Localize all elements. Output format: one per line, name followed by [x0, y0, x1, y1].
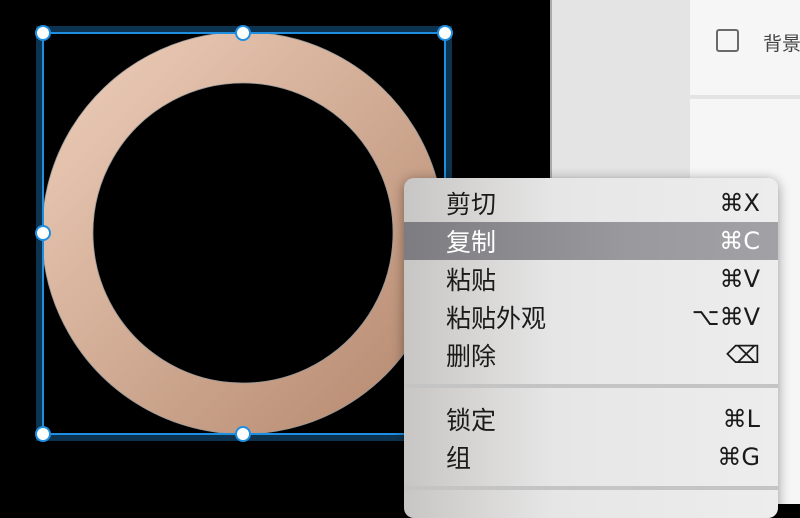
resize-handle-left[interactable]: [35, 225, 51, 241]
menu-separator: [404, 486, 778, 490]
menu-item-cut[interactable]: 剪切 ⌘X: [404, 184, 778, 222]
delete-key-icon: ⌫: [726, 341, 760, 369]
resize-handle-bottom[interactable]: [235, 426, 251, 442]
background-checkbox[interactable]: [716, 29, 739, 52]
menu-item-label: 组: [446, 444, 472, 473]
menu-item-label: 锁定: [446, 406, 497, 435]
menu-item-shortcut: ⌥⌘V: [691, 303, 760, 331]
resize-handle-top[interactable]: [235, 25, 251, 41]
resize-handle-bottom-left[interactable]: [35, 426, 51, 442]
menu-item-copy[interactable]: 复制 ⌘C: [404, 222, 778, 260]
resize-handle-top-right[interactable]: [437, 25, 453, 41]
context-menu: 剪切 ⌘X 复制 ⌘C 粘贴 ⌘V 粘贴外观 ⌥⌘V 删除 ⌫ 锁定 ⌘L 组 ⌘G: [404, 178, 778, 518]
panel-divider: [690, 95, 800, 99]
menu-item-paste[interactable]: 粘贴 ⌘V: [404, 260, 778, 298]
menu-item-label: 粘贴外观: [446, 304, 547, 333]
menu-item-shortcut: ⌘G: [717, 443, 760, 471]
menu-item-label: 复制: [446, 228, 497, 257]
menu-item-label: 删除: [446, 342, 497, 371]
menu-item-lock[interactable]: 锁定 ⌘L: [404, 400, 778, 438]
menu-item-shortcut: ⌘X: [719, 189, 760, 217]
menu-item-shortcut: ⌘V: [719, 265, 760, 293]
resize-handle-top-left[interactable]: [35, 25, 51, 41]
ring-shape[interactable]: [41, 31, 445, 435]
menu-item-label: 剪切: [446, 190, 497, 219]
background-label: 背景: [763, 33, 800, 55]
menu-separator: [404, 384, 778, 388]
menu-item-shortcut: ⌘L: [722, 405, 760, 433]
menu-item-delete[interactable]: 删除 ⌫: [404, 336, 778, 374]
menu-item-paste-style[interactable]: 粘贴外观 ⌥⌘V: [404, 298, 778, 336]
menu-item-group[interactable]: 组 ⌘G: [404, 438, 778, 476]
menu-item-shortcut: ⌘C: [719, 227, 760, 255]
menu-item-label: 粘贴: [446, 266, 497, 295]
selection-outline-glow: [36, 26, 452, 441]
